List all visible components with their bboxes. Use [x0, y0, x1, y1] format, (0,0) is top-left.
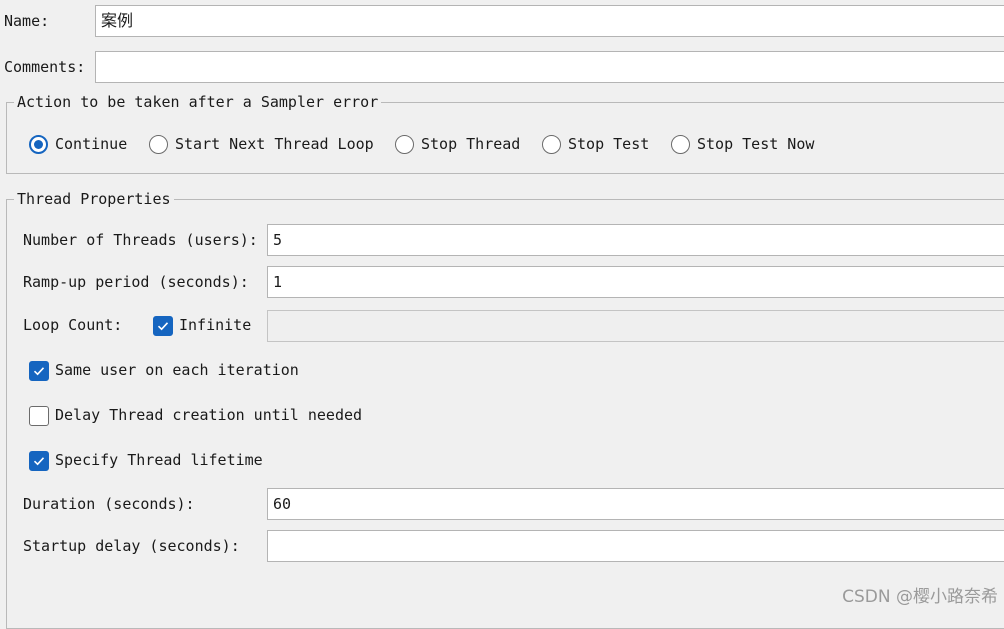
- specify-lifetime-label[interactable]: Specify Thread lifetime: [55, 450, 263, 470]
- comments-input[interactable]: [95, 51, 1004, 83]
- specify-lifetime-checkbox[interactable]: [29, 451, 49, 471]
- checkmark-icon: [33, 457, 45, 466]
- stop-test-label[interactable]: Stop Test: [568, 134, 649, 154]
- stop-test-now-radio[interactable]: [671, 135, 690, 154]
- ramp-up-input[interactable]: 1: [267, 266, 1004, 298]
- delay-thread-checkbox[interactable]: [29, 406, 49, 426]
- same-user-checkbox[interactable]: [29, 361, 49, 381]
- watermark: CSDN @樱小路奈希: [842, 587, 998, 607]
- delay-thread-label[interactable]: Delay Thread creation until needed: [55, 405, 362, 425]
- checkmark-icon: [33, 367, 45, 376]
- num-threads-input[interactable]: 5: [267, 224, 1004, 256]
- loop-count-input: [267, 310, 1004, 342]
- continue-label[interactable]: Continue: [55, 134, 127, 154]
- start-next-thread-loop-radio[interactable]: [149, 135, 168, 154]
- comments-label: Comments:: [4, 58, 86, 76]
- duration-input[interactable]: 60: [267, 488, 1004, 520]
- sampler-error-title: Action to be taken after a Sampler error: [14, 92, 382, 112]
- ramp-up-label: Ramp-up period (seconds):: [23, 273, 249, 291]
- num-threads-label: Number of Threads (users):: [23, 231, 258, 249]
- name-label: Name:: [4, 12, 50, 30]
- infinite-checkbox[interactable]: [153, 316, 173, 336]
- thread-properties-title: Thread Properties: [14, 189, 174, 209]
- duration-label: Duration (seconds):: [23, 495, 195, 513]
- startup-delay-label: Startup delay (seconds):: [23, 537, 240, 555]
- checkmark-icon: [157, 322, 169, 331]
- start-next-thread-loop-label[interactable]: Start Next Thread Loop: [175, 134, 374, 154]
- name-input[interactable]: 案例: [95, 5, 1004, 37]
- continue-radio[interactable]: [29, 135, 48, 154]
- stop-test-now-label[interactable]: Stop Test Now: [697, 134, 814, 154]
- same-user-label[interactable]: Same user on each iteration: [55, 360, 299, 380]
- stop-thread-label[interactable]: Stop Thread: [421, 134, 520, 154]
- stop-test-radio[interactable]: [542, 135, 561, 154]
- stop-thread-radio[interactable]: [395, 135, 414, 154]
- infinite-label[interactable]: Infinite: [179, 315, 251, 335]
- loop-count-label: Loop Count:: [23, 316, 123, 334]
- startup-delay-input[interactable]: [267, 530, 1004, 562]
